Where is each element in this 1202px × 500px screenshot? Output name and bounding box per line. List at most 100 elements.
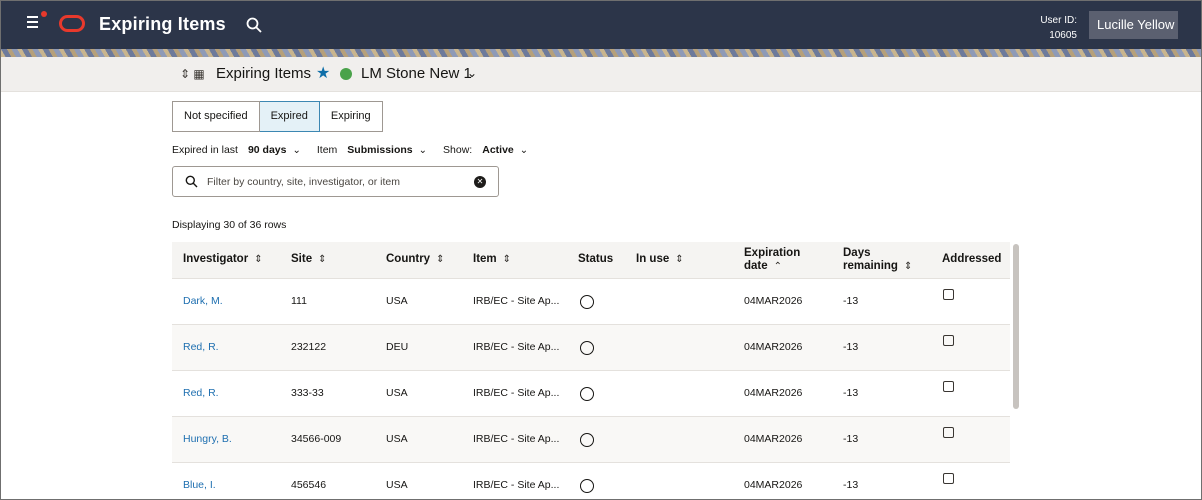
investigator-cell: Red, R. xyxy=(172,370,280,417)
chevron-down-icon[interactable]: ⌄ xyxy=(520,145,528,156)
sort-icon[interactable]: ⇕ xyxy=(675,254,683,265)
item-cell: IRB/EC - Site Ap... xyxy=(462,416,567,463)
site-cell: 333-33 xyxy=(280,370,375,417)
table-row: Dark, M. 111 USA IRB/EC - Site Ap... 04M… xyxy=(172,278,1010,325)
notification-dot xyxy=(41,11,47,17)
site-cell: 111 xyxy=(280,278,375,325)
sort-icon[interactable]: ⇕ xyxy=(904,261,912,272)
app-title: Expiring Items xyxy=(99,14,226,34)
column-header-in-use[interactable]: In use ⇕ xyxy=(625,242,733,279)
country-cell: USA xyxy=(375,416,462,463)
menu-icon[interactable] xyxy=(27,11,47,28)
status-circle-icon xyxy=(580,478,594,493)
search-icon[interactable] xyxy=(245,16,263,34)
status-cell xyxy=(567,370,625,417)
chevron-down-icon[interactable]: ⌄ xyxy=(292,145,300,156)
status-cell xyxy=(567,416,625,463)
show-dropdown[interactable]: Active xyxy=(482,144,514,156)
top-bar: Expiring Items User ID: 10605 Lucille Ye… xyxy=(1,1,1201,49)
table-header-row: Investigator ⇕ Site ⇕ Country ⇕ Item ⇕ Statu… xyxy=(172,242,1010,279)
sort-icon[interactable]: ⇕ xyxy=(436,254,444,265)
addressed-checkbox[interactable] xyxy=(943,335,954,346)
study-selector[interactable]: LM Stone New 1 xyxy=(361,65,472,82)
investigator-link[interactable]: Red, R. xyxy=(183,341,219,353)
days-remaining-cell: -13 xyxy=(832,278,931,325)
addressed-checkbox[interactable] xyxy=(943,427,954,438)
addressed-checkbox[interactable] xyxy=(943,473,954,484)
table-row: Red, R. 232122 DEU IRB/EC - Site Ap... 0… xyxy=(172,324,1010,371)
days-remaining-cell: -13 xyxy=(832,416,931,463)
filter-bar: Expired in last 90 days ⌄ Item Submissio… xyxy=(172,144,544,156)
investigator-cell: Red, R. xyxy=(172,324,280,371)
show-label: Show: xyxy=(443,144,473,156)
item-cell: IRB/EC - Site Ap... xyxy=(462,324,567,371)
segment-expiring[interactable]: Expiring xyxy=(319,101,383,132)
expiration-date-cell: 04MAR2026 xyxy=(733,462,832,500)
site-cell: 34566-009 xyxy=(280,416,375,463)
status-cell xyxy=(567,278,625,325)
in-use-cell xyxy=(625,278,733,325)
in-use-cell xyxy=(625,462,733,500)
investigator-link[interactable]: Hungry, B. xyxy=(183,433,232,445)
column-header-addressed: Addressed xyxy=(931,242,1010,279)
expiration-date-cell: 04MAR2026 xyxy=(733,278,832,325)
table-scrollbar[interactable] xyxy=(1013,244,1019,409)
view-switcher-icon[interactable]: ⇕ ▦ xyxy=(180,67,205,81)
investigator-link[interactable]: Dark, M. xyxy=(183,295,223,307)
investigator-link[interactable]: Blue, I. xyxy=(183,479,216,491)
expiration-date-cell: 04MAR2026 xyxy=(733,324,832,371)
status-circle-icon xyxy=(580,294,594,309)
addressed-checkbox[interactable] xyxy=(943,289,954,300)
expiring-items-table: Investigator ⇕ Site ⇕ Country ⇕ Item ⇕ Statu… xyxy=(172,242,1010,500)
status-circle-icon xyxy=(580,386,594,401)
sort-icon[interactable]: ⇕ xyxy=(318,254,326,265)
item-label: Item xyxy=(316,144,338,156)
table-row: Hungry, B. 34566-009 USA IRB/EC - Site A… xyxy=(172,416,1010,463)
sub-header: ⇕ ▦ Expiring Items ★ LM Stone New 1 ⌄ xyxy=(1,57,1201,92)
country-cell: USA xyxy=(375,370,462,417)
page-title: Expiring Items xyxy=(216,65,312,82)
addressed-checkbox[interactable] xyxy=(943,381,954,392)
table-row: Blue, I. 456546 USA IRB/EC - Site Ap... … xyxy=(172,462,1010,500)
column-header-item[interactable]: Item ⇕ xyxy=(462,242,567,279)
country-cell: DEU xyxy=(375,324,462,371)
sort-icon[interactable]: ⇕ xyxy=(254,254,262,265)
investigator-link[interactable]: Red, R. xyxy=(183,387,219,399)
column-header-investigator[interactable]: Investigator ⇕ xyxy=(172,242,280,279)
column-header-country[interactable]: Country ⇕ xyxy=(375,242,462,279)
item-dropdown[interactable]: Submissions xyxy=(347,144,412,156)
chevron-down-icon[interactable]: ⌄ xyxy=(419,145,427,156)
item-cell: IRB/EC - Site Ap... xyxy=(462,462,567,500)
clear-icon[interactable]: ✕ xyxy=(474,176,486,188)
days-remaining-cell: -13 xyxy=(832,324,931,371)
oracle-logo xyxy=(59,15,85,32)
item-cell: IRB/EC - Site Ap... xyxy=(462,370,567,417)
status-segmented-control: Not specified Expired Expiring xyxy=(172,101,383,132)
chevron-down-icon[interactable]: ⌄ xyxy=(467,66,477,80)
days-remaining-cell: -13 xyxy=(832,370,931,417)
column-header-expiration-date[interactable]: Expiration date ⌃ xyxy=(733,242,832,279)
sort-ascending-icon[interactable]: ⌃ xyxy=(774,261,782,272)
segment-expired[interactable]: Expired xyxy=(259,101,320,132)
search-icon xyxy=(185,175,198,188)
column-header-status: Status xyxy=(567,242,625,279)
site-cell: 456546 xyxy=(280,462,375,500)
column-header-days-remaining[interactable]: Days remaining ⇕ xyxy=(832,242,931,279)
user-id-label: User ID: xyxy=(1040,15,1077,26)
user-name-button[interactable]: Lucille Yellow xyxy=(1089,11,1178,39)
in-use-cell xyxy=(625,370,733,417)
column-header-site[interactable]: Site ⇕ xyxy=(280,242,375,279)
addressed-cell xyxy=(931,462,1010,500)
favorite-star-icon[interactable]: ★ xyxy=(316,63,330,83)
filter-search-input[interactable] xyxy=(207,173,457,191)
addressed-cell xyxy=(931,370,1010,417)
segment-not-specified[interactable]: Not specified xyxy=(172,101,260,132)
sort-icon[interactable]: ⇕ xyxy=(503,254,511,265)
status-cell xyxy=(567,462,625,500)
status-circle-icon xyxy=(580,340,594,355)
user-id: User ID: 10605 xyxy=(1040,13,1077,43)
investigator-cell: Hungry, B. xyxy=(172,416,280,463)
expired-in-last-label: Expired in last xyxy=(172,144,238,156)
expired-in-last-dropdown[interactable]: 90 days xyxy=(248,144,287,156)
status-circle-icon xyxy=(580,432,594,447)
